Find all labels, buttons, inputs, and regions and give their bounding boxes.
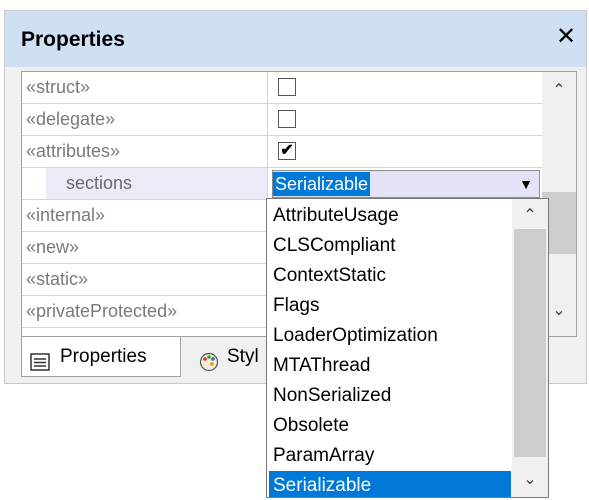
dropdown-option[interactable]: NonSerialized — [269, 381, 511, 411]
property-name: «static» — [26, 264, 268, 295]
dropdown-option[interactable]: CLSCompliant — [269, 231, 511, 261]
sections-dropdown-list[interactable]: AttributeUsage CLSCompliant ContextStati… — [266, 198, 549, 498]
dropdown-option[interactable]: Obsolete — [269, 411, 511, 441]
property-row-struct[interactable]: «struct» — [22, 72, 542, 104]
combobox-value: Serializable — [273, 172, 371, 196]
dropdown-arrow-icon[interactable]: ▼ — [515, 173, 537, 195]
scroll-down-icon[interactable]: ⌄ — [512, 465, 548, 495]
struct-checkbox[interactable] — [278, 78, 296, 96]
tab-label: Styl — [227, 346, 259, 367]
close-icon[interactable]: ✕ — [552, 23, 580, 51]
property-name: «new» — [26, 232, 268, 263]
dropdown-option[interactable]: Flags — [269, 291, 511, 321]
dropdown-option[interactable]: AttributeUsage — [269, 201, 511, 231]
property-name: «delegate» — [26, 104, 268, 135]
sections-combobox[interactable]: Serializable ▼ — [272, 170, 540, 198]
dropdown-option[interactable]: MTAThread — [269, 351, 511, 381]
window-titlebar: Properties ✕ — [5, 11, 586, 67]
scrollbar-thumb[interactable] — [514, 229, 546, 457]
scroll-up-icon[interactable]: ⌃ — [542, 76, 576, 106]
property-name: «struct» — [26, 72, 268, 103]
attributes-checkbox[interactable]: ✔ — [278, 142, 296, 160]
dropdown-option-selected[interactable]: Serializable — [269, 471, 511, 497]
property-name: «privateProtected» — [26, 296, 268, 327]
dropdown-scrollbar[interactable]: ⌃ ⌄ — [512, 199, 548, 497]
palette-icon — [199, 347, 219, 372]
tab-label: Properties — [60, 346, 147, 367]
properties-icon — [30, 347, 50, 371]
property-row-attributes[interactable]: «attributes» ✔ — [22, 136, 542, 168]
property-row-delegate[interactable]: «delegate» — [22, 104, 542, 136]
tab-properties[interactable]: Properties — [21, 337, 181, 377]
dropdown-option[interactable]: LoaderOptimization — [269, 321, 511, 351]
delegate-checkbox[interactable] — [278, 110, 296, 128]
property-name: «attributes» — [26, 136, 268, 167]
property-row-sections[interactable]: sections Serializable ▼ — [22, 168, 542, 200]
scroll-up-icon[interactable]: ⌃ — [512, 201, 548, 231]
property-name: «internal» — [26, 200, 268, 231]
dropdown-option[interactable]: ParamArray — [269, 441, 511, 471]
window-title: Properties — [21, 28, 125, 51]
property-name: sections — [46, 168, 268, 199]
dropdown-option[interactable]: ContextStatic — [269, 261, 511, 291]
